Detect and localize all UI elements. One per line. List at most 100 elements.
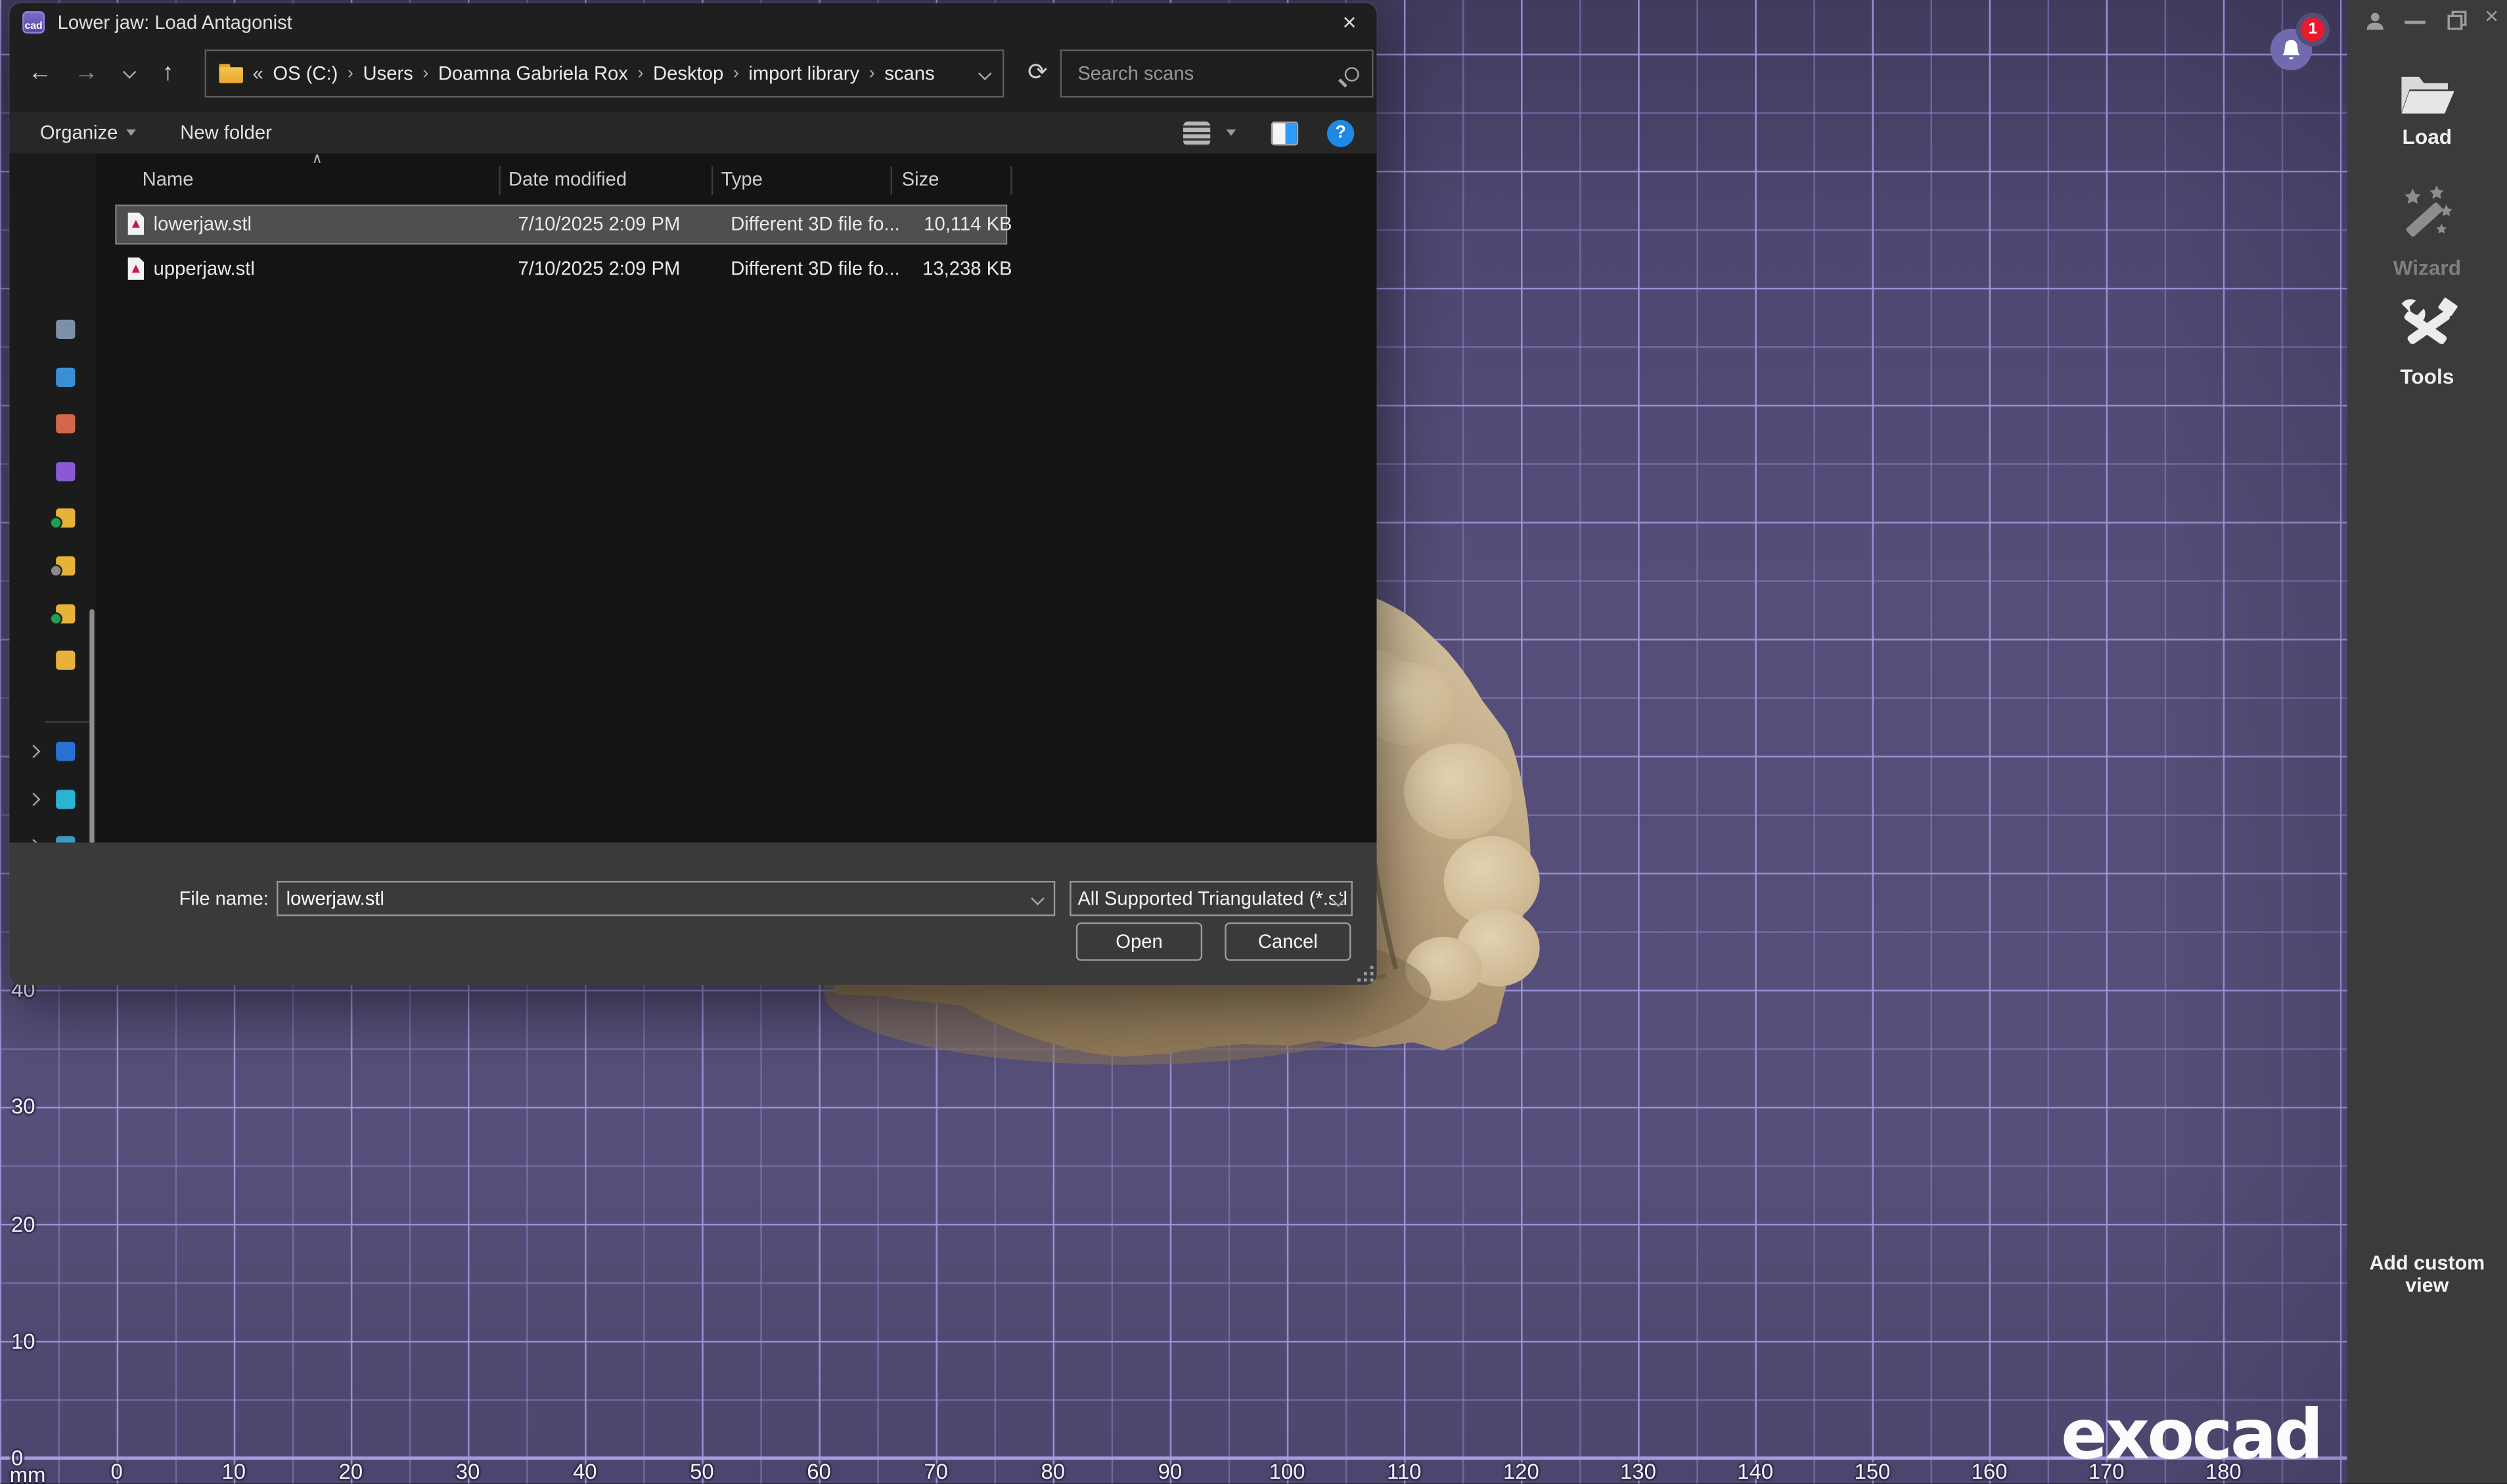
dialog-body: ∧ Name Date modified Type Size lowerjaw.… — [10, 154, 1377, 843]
x-axis-tick-label: 20 — [339, 1460, 363, 1484]
nav-pane-item-icon[interactable] — [56, 556, 75, 575]
sidebar-item-label: Load — [2403, 125, 2452, 149]
search-input[interactable] — [1074, 60, 1344, 86]
file-date: 7/10/2025 2:09 PM — [518, 258, 681, 280]
x-axis-tick-label: 100 — [1269, 1460, 1305, 1484]
breadcrumb-segment[interactable]: import library — [748, 62, 859, 85]
user-icon[interactable] — [2363, 10, 2387, 34]
breadcrumb[interactable]: « OS (C:) › Users › Doamna Gabriela Rox … — [205, 49, 1005, 97]
view-options-caret-icon[interactable] — [1227, 129, 1236, 136]
stl-file-icon — [126, 258, 145, 282]
breadcrumb-overflow[interactable]: « — [253, 62, 263, 85]
open-button[interactable]: Open — [1076, 922, 1202, 960]
breadcrumb-segment[interactable]: Doamna Gabriela Rox — [438, 62, 628, 85]
breadcrumb-separator: › — [638, 64, 644, 83]
breadcrumb-segment[interactable]: Users — [363, 62, 413, 85]
file-size: 13,238 KB — [860, 258, 1012, 280]
breadcrumb-segment[interactable]: scans — [884, 62, 934, 85]
y-axis-tick-label: 30 — [11, 1095, 35, 1119]
x-axis-tick-label: 150 — [1854, 1460, 1890, 1484]
tree-item-icon[interactable] — [56, 790, 75, 809]
notifications-button[interactable]: 1 — [2270, 29, 2312, 70]
dialog-title: Lower jaw: Load Antagonist — [58, 11, 292, 34]
x-axis-tick-label: 50 — [690, 1460, 714, 1484]
nav-pane-item-icon[interactable] — [56, 462, 75, 481]
back-button[interactable]: ← — [19, 51, 60, 93]
search-icon — [1345, 66, 1359, 81]
file-row-lowerjaw[interactable]: lowerjaw.stl 7/10/2025 2:09 PM Different… — [117, 206, 1006, 243]
x-axis-tick-label: 60 — [807, 1460, 831, 1484]
recent-locations-button[interactable] — [108, 51, 150, 93]
help-button[interactable]: ? — [1327, 119, 1354, 146]
restore-button[interactable] — [2447, 10, 2469, 32]
x-axis-tick-label: 110 — [1387, 1460, 1421, 1484]
sidebar-item-tools[interactable]: Tools — [2347, 298, 2507, 389]
preview-pane-icon[interactable] — [1271, 121, 1298, 145]
notification-badge: 1 — [2301, 18, 2325, 42]
close-app-button[interactable]: × — [2485, 3, 2498, 30]
tree-collapsed-chevron-icon[interactable] — [27, 745, 41, 759]
up-button[interactable]: ↑ — [147, 51, 189, 93]
breadcrumb-separator: › — [422, 64, 428, 83]
nav-pane-item-icon[interactable] — [56, 414, 75, 433]
file-size: 10,114 KB — [860, 213, 1012, 235]
right-sidebar: × Load Wizard — [2347, 0, 2507, 1483]
stl-file-icon — [126, 213, 145, 237]
sidebar-item-wizard[interactable]: Wizard — [2347, 182, 2507, 279]
change-view-icon[interactable] — [1183, 121, 1210, 145]
x-axis-tick-label: 130 — [1620, 1460, 1656, 1484]
breadcrumb-segment[interactable]: OS (C:) — [273, 62, 338, 85]
navigation-pane[interactable] — [10, 154, 96, 843]
magic-wand-icon — [2393, 182, 2460, 249]
organize-button[interactable]: Organize — [40, 122, 135, 144]
breadcrumb-dropdown-icon[interactable] — [978, 67, 992, 81]
column-date-modified[interactable]: Date modified — [508, 168, 627, 191]
column-size[interactable]: Size — [902, 168, 939, 191]
breadcrumb-separator: › — [733, 64, 739, 83]
minimize-button[interactable] — [2405, 21, 2426, 24]
x-axis-tick-label: 0 — [111, 1460, 123, 1484]
x-axis-tick-label: 80 — [1041, 1460, 1066, 1484]
file-type-select[interactable]: All Supported Triangulated (*.stl — [1070, 881, 1353, 916]
x-axis-tick-label: 140 — [1737, 1460, 1773, 1484]
x-axis-tick-label: 70 — [924, 1460, 948, 1484]
forward-button[interactable]: → — [66, 51, 107, 93]
x-axis-tick-label: 40 — [573, 1460, 597, 1484]
sidebar-item-label: Wizard — [2393, 256, 2461, 280]
dialog-titlebar[interactable]: cad Lower jaw: Load Antagonist × — [10, 3, 1377, 41]
cancel-button[interactable]: Cancel — [1225, 922, 1351, 960]
nav-pane-item-icon[interactable] — [56, 508, 75, 528]
file-list-header: ∧ Name Date modified Type Size — [96, 160, 1376, 198]
nav-pane-item-icon[interactable] — [56, 651, 75, 670]
x-axis-tick-label: 160 — [1972, 1460, 2008, 1484]
tree-item-icon[interactable] — [56, 742, 75, 761]
file-name-label: File name: — [10, 888, 269, 910]
add-custom-view-label[interactable]: Add custom view — [2347, 1252, 2507, 1297]
resize-grip[interactable] — [1357, 966, 1373, 981]
column-type[interactable]: Type — [721, 168, 763, 191]
x-axis-tick-label: 120 — [1503, 1460, 1539, 1484]
y-axis-tick-label: 20 — [11, 1212, 35, 1236]
caret-down-icon — [126, 129, 136, 136]
file-row-upperjaw[interactable]: upperjaw.stl 7/10/2025 2:09 PM Different… — [117, 251, 1006, 288]
exocad-app-window: 0102030405060708090100110120130140150160… — [0, 0, 2507, 1483]
sidebar-item-load[interactable]: Load — [2347, 70, 2507, 148]
dialog-close-button[interactable]: × — [1332, 5, 1367, 40]
new-folder-label: New folder — [180, 122, 272, 144]
new-folder-button[interactable]: New folder — [180, 122, 272, 144]
search-box[interactable] — [1060, 49, 1374, 97]
nav-pane-item-icon[interactable] — [56, 368, 75, 387]
dialog-toolbar: Organize New folder ? — [10, 112, 1377, 153]
load-antagonist-dialog: cad Lower jaw: Load Antagonist × ← → ↑ «… — [10, 3, 1377, 985]
breadcrumb-separator: › — [348, 64, 353, 83]
x-axis-tick-label: 10 — [221, 1460, 246, 1484]
tree-collapsed-chevron-icon[interactable] — [27, 793, 41, 807]
refresh-button[interactable]: ⟳ — [1017, 51, 1058, 93]
breadcrumb-segment[interactable]: Desktop — [653, 62, 723, 85]
nav-pane-item-icon[interactable] — [56, 320, 75, 339]
nav-pane-item-icon[interactable] — [56, 604, 75, 623]
column-name[interactable]: Name — [143, 168, 194, 191]
file-name-input[interactable] — [277, 881, 1055, 916]
file-name: lowerjaw.stl — [154, 213, 252, 235]
dialog-footer: File name: All Supported Triangulated (*… — [10, 843, 1377, 985]
